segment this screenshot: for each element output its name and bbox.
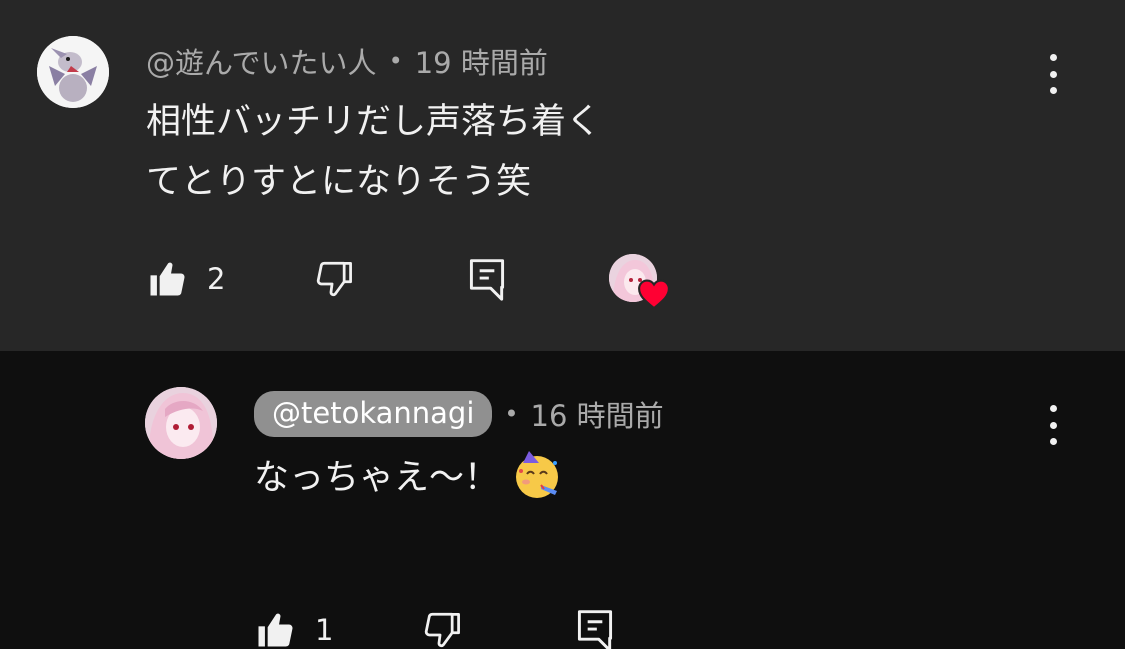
thumbs-up-icon [258,613,293,647]
thumbs-up-icon [150,262,185,296]
dot [1049,438,1057,445]
heart-icon [638,279,670,310]
comment-reply: @tetokannagi • 16 時間前 なっちゃえ〜！ 1 [0,351,1125,649]
comment-meta: @遊んでいたい人 • 19 時間前 [146,40,548,82]
comment-meta: @tetokannagi • 16 時間前 [254,387,664,441]
more-options-button[interactable] [1047,405,1059,445]
like-count: 2 [207,262,226,296]
reply-comment-icon [577,610,613,649]
creator-heart-badge [609,254,671,310]
comment-text: なっちゃえ〜！ [254,448,563,508]
reply-button[interactable] [573,603,617,649]
comment-top: @遊んでいたい人 • 19 時間前 相性バッチリだし声落ち着く てとりすとになり… [0,0,1125,351]
dislike-button[interactable] [313,252,357,306]
timestamp[interactable]: 16 時間前 [531,393,664,435]
comment-line: てとりすとになりそう笑 [146,162,532,202]
thumbs-down-icon [316,261,352,297]
like-button[interactable]: 2 [145,252,225,306]
timestamp[interactable]: 19 時間前 [415,40,548,82]
author-name-badge[interactable]: @tetokannagi [254,391,493,437]
anime-avatar-icon [145,387,217,459]
meta-separator: • [388,47,403,75]
avatar[interactable] [145,387,217,459]
reply-button[interactable] [465,252,509,306]
comment-actions: 2 [145,252,705,310]
avatar[interactable] [37,36,109,108]
dot [1049,421,1057,429]
dot [1049,87,1057,94]
meta-separator: • [504,400,519,428]
partying-face-emoji-icon [516,451,559,498]
comment-line: なっちゃえ〜！ [254,448,563,508]
reply-text: なっちゃえ〜！ [254,458,500,498]
dot [1049,54,1057,61]
like-button[interactable]: 1 [253,603,333,649]
dislike-button[interactable] [421,603,465,649]
thumbs-down-icon [424,612,460,648]
dot [1049,405,1057,412]
comment-line: 相性バッチリだし声落ち着く [146,102,602,142]
like-count: 1 [315,613,334,647]
dragon-avatar-icon [37,36,109,108]
dot [1049,70,1057,78]
more-options-button[interactable] [1047,54,1059,94]
reply-comment-icon [469,259,505,301]
author-name[interactable]: @遊んでいたい人 [146,40,377,82]
comment-text: 相性バッチリだし声落ち着く てとりすとになりそう笑 [146,92,601,212]
